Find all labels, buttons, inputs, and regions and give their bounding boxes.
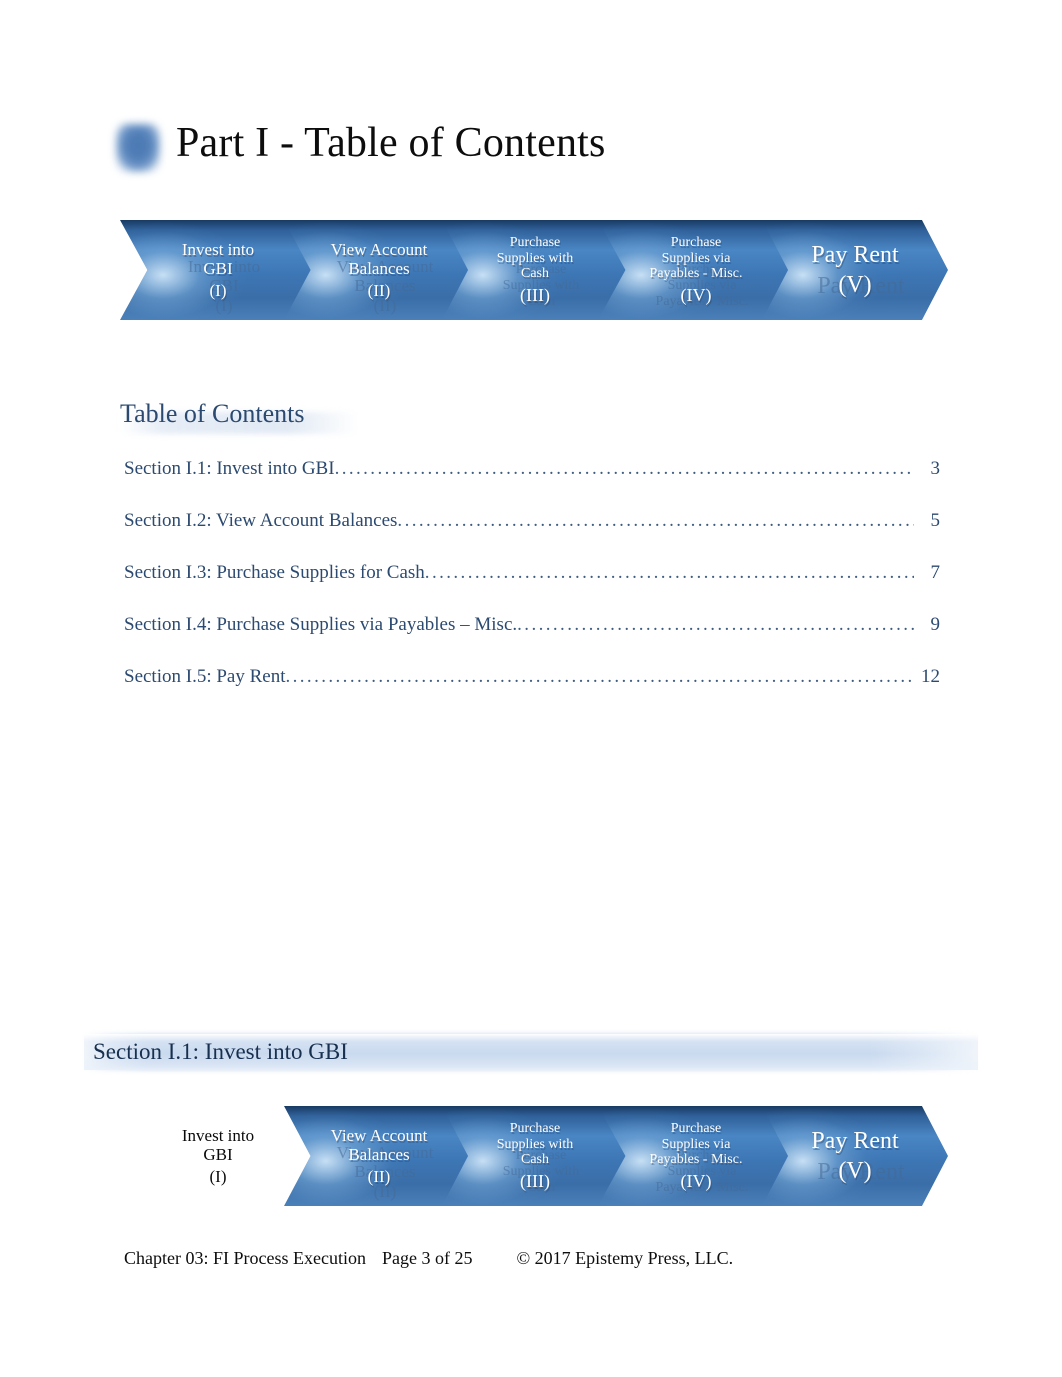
- flow-step-label: Pay Rent (V): [807, 1128, 902, 1185]
- flow-step-roman: (IV): [680, 1170, 712, 1191]
- flow-step-line2: Balances: [348, 258, 410, 278]
- flow-step-purchase-supplies-via-payables[interactable]: Purchase Supplies via Payables - Misc. P…: [598, 220, 794, 320]
- page-footer: Chapter 03: FI Process Execution Page 3 o…: [124, 1248, 733, 1269]
- flow-step-line1: Purchase: [509, 234, 561, 250]
- flow-step-label: Invest into GBI (I): [178, 1126, 258, 1186]
- flow-step-roman: (V): [838, 271, 872, 298]
- process-flow-bottom: Invest into GBI (I) View Account Balance…: [120, 1106, 948, 1206]
- flow-step-line1: Purchase: [509, 1120, 561, 1136]
- flow-step-roman: (I): [209, 1167, 227, 1187]
- toc-leader-dots: ........................................…: [397, 510, 914, 531]
- footer-copyright: © 2017 Epistemy Press, LLC.: [516, 1248, 734, 1268]
- flow-step-label: Purchase Supplies with Cash (III): [493, 235, 578, 305]
- section-heading-text: Section I.1: Invest into GBI: [93, 1039, 348, 1064]
- toc-entry-page: 12: [921, 666, 940, 687]
- toc-entry[interactable]: Section I.2: View Account Balances .....…: [124, 510, 940, 562]
- flow-step-label: Purchase Supplies with Cash (III): [493, 1121, 578, 1191]
- flow-step-line1: Pay Rent: [811, 241, 899, 268]
- toc-entry[interactable]: Section I.1: Invest into GBI ...........…: [124, 458, 940, 510]
- flow-step-roman: (I): [209, 281, 227, 301]
- toc-leader-dots: ........................................…: [334, 458, 914, 479]
- footer-page-number: Page 3 of 25: [381, 1248, 473, 1268]
- toc-entry-label: Section I.4: Purchase Supplies via Payab…: [124, 614, 518, 635]
- flow-step-label: View Account Balances (II): [327, 240, 432, 300]
- flow-step-roman: (IV): [680, 284, 712, 305]
- flow-step-line2: GBI: [203, 258, 233, 278]
- flow-step-purchase-supplies-with-cash[interactable]: Purchase Supplies with Cash Purchase Sup…: [442, 1106, 628, 1206]
- toc-entry[interactable]: Section I.5: Pay Rent ..................…: [124, 666, 940, 718]
- flow-step-line1: Purchase: [670, 1120, 722, 1136]
- footer-chapter: Chapter 03: FI Process Execution: [124, 1248, 366, 1268]
- page-title: Part I - Table of Contents: [176, 120, 606, 166]
- toc-entry-label: Section I.3: Purchase Supplies for Cash: [124, 562, 425, 583]
- flow-step-line3: Cash: [521, 266, 549, 282]
- flow-step-roman: (III): [520, 284, 550, 305]
- flow-step-invest-into-gbi[interactable]: Invest into GBI (I) Invest into GBI (I): [120, 220, 316, 320]
- flow-step-line2: Supplies via: [661, 1136, 731, 1152]
- flow-step-roman: (II): [367, 1167, 391, 1187]
- table-of-contents-heading: Table of Contents: [120, 394, 350, 434]
- flow-step-line2: Supplies via: [661, 250, 731, 266]
- flow-step-line1: View Account: [330, 1125, 428, 1145]
- toc-entry-label: Section I.2: View Account Balances: [124, 510, 398, 531]
- flow-step-line2: Supplies with: [496, 250, 574, 266]
- flow-step-label: Pay Rent (V): [807, 242, 902, 299]
- flow-step-pay-rent[interactable]: Pay Rent Pay Rent (V): [762, 1106, 948, 1206]
- toc-heading-text: Table of Contents: [120, 399, 305, 428]
- toc-entry-page: 9: [930, 614, 941, 635]
- flow-step-line1: View Account: [330, 239, 428, 259]
- toc-entry[interactable]: Section I.3: Purchase Supplies for Cash …: [124, 562, 940, 614]
- flow-step-label: Purchase Supplies via Payables - Misc. (…: [646, 1121, 747, 1191]
- toc-leader-dots: ........................................…: [424, 562, 914, 583]
- title-block: Part I - Table of Contents: [108, 112, 968, 204]
- flow-step-line3: Payables - Misc.: [649, 266, 743, 282]
- section-heading-bar: Section I.1: Invest into GBI: [84, 1032, 978, 1072]
- flow-step-roman: (V): [838, 1157, 872, 1184]
- table-of-contents-list: Section I.1: Invest into GBI ...........…: [124, 458, 940, 718]
- flow-step-line3: Cash: [521, 1152, 549, 1168]
- flow-step-line2: GBI: [203, 1144, 233, 1164]
- flow-step-label: Invest into GBI (I): [178, 240, 258, 300]
- flow-step-line1: Pay Rent: [811, 1127, 899, 1154]
- flow-step-roman: (II): [367, 281, 391, 301]
- flow-step-line1: Invest into: [181, 1125, 255, 1145]
- flow-step-line2: Supplies with: [496, 1136, 574, 1152]
- toc-leader-dots: ........................................…: [285, 666, 914, 687]
- flow-step-line3: Payables - Misc.: [649, 1152, 743, 1168]
- flow-step-label: View Account Balances (II): [327, 1126, 432, 1186]
- toc-leader-dots: ........................................…: [517, 614, 914, 635]
- toc-entry-page: 7: [930, 562, 941, 583]
- flow-step-line1: Invest into: [181, 239, 255, 259]
- flow-step-purchase-supplies-via-payables[interactable]: Purchase Supplies via Payables - Misc. P…: [598, 1106, 794, 1206]
- blue-rounded-square-icon: [116, 124, 160, 172]
- flow-step-purchase-supplies-with-cash[interactable]: Purchase Supplies with Cash Purchase Sup…: [442, 220, 628, 320]
- toc-entry-page: 5: [930, 510, 941, 531]
- flow-step-label: Purchase Supplies via Payables - Misc. (…: [646, 235, 747, 305]
- flow-step-line2: Balances: [348, 1144, 410, 1164]
- flow-step-invest-into-gbi-active[interactable]: Invest into GBI (I): [120, 1106, 316, 1206]
- document-page: Part I - Table of Contents Invest into G…: [0, 0, 1062, 1377]
- toc-entry[interactable]: Section I.4: Purchase Supplies via Payab…: [124, 614, 940, 666]
- flow-step-view-account-balances[interactable]: View Account Balances (II) View Account …: [284, 1106, 474, 1206]
- toc-entry-label: Section I.1: Invest into GBI: [124, 458, 335, 479]
- process-flow-top: Invest into GBI (I) Invest into GBI (I) …: [120, 220, 948, 320]
- toc-entry-page: 3: [930, 458, 941, 479]
- flow-step-line1: Purchase: [670, 234, 722, 250]
- flow-step-roman: (III): [520, 1170, 550, 1191]
- toc-entry-label: Section I.5: Pay Rent: [124, 666, 286, 687]
- flow-step-view-account-balances[interactable]: View Account Balances (II) View Account …: [284, 220, 474, 320]
- flow-step-pay-rent[interactable]: Pay Rent Pay Rent (V): [762, 220, 948, 320]
